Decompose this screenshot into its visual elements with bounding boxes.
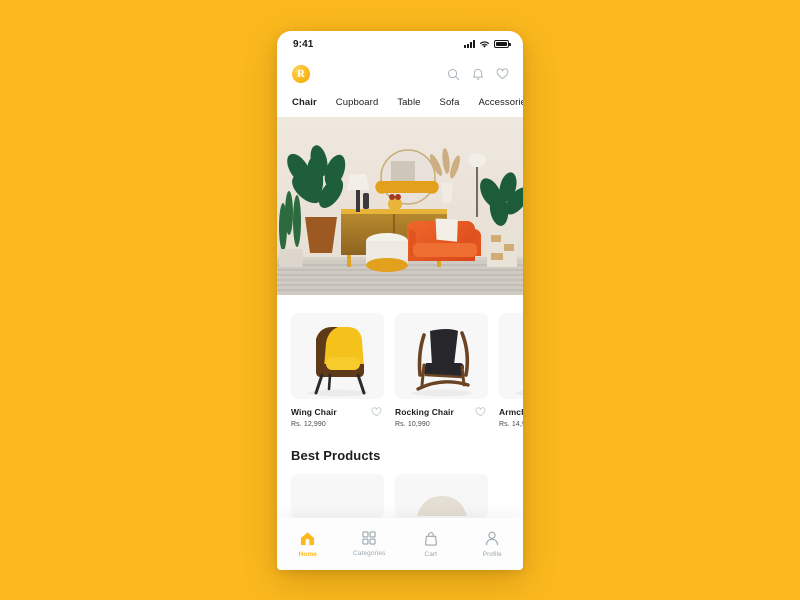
product-title: Rocking Chair — [395, 407, 454, 417]
tab-accessories[interactable]: Accessories — [479, 97, 524, 108]
status-bar: 9:41 — [277, 31, 523, 57]
product-price: Rs. 10,990 — [395, 421, 430, 428]
product-image-wing-chair — [291, 313, 384, 399]
signal-bars-icon — [464, 40, 475, 48]
product-card[interactable]: Armchair Rs. 14,990 — [499, 313, 523, 428]
app-bar-actions — [447, 68, 509, 81]
app-logo[interactable]: R — [292, 65, 310, 83]
bottom-navigation: Home Categories Cart Profile — [277, 518, 523, 570]
nav-item-profile[interactable]: Profile — [468, 531, 516, 558]
heart-icon[interactable] — [475, 407, 486, 417]
product-card[interactable]: Rocking Chair Rs. 10,990 — [395, 313, 488, 428]
home-icon — [301, 531, 315, 545]
nav-label: Cart — [424, 550, 438, 558]
nav-item-categories[interactable]: Categories — [345, 531, 393, 557]
product-price: Rs. 12,990 — [291, 421, 326, 428]
product-image-rocking-chair — [395, 313, 488, 399]
product-title-row: Wing Chair — [291, 407, 384, 417]
wifi-icon — [480, 40, 489, 48]
product-row: Wing Chair Rs. 12,990 Rocking Chair Rs. … — [291, 313, 523, 428]
nav-label: Categories — [353, 550, 386, 557]
grid-icon — [362, 531, 376, 545]
battery-icon — [494, 40, 511, 48]
bag-icon — [424, 531, 437, 546]
product-price: Rs. 14,990 — [499, 421, 523, 428]
bell-icon[interactable] — [472, 68, 484, 81]
product-title-row: Rocking Chair — [395, 407, 488, 417]
hero-banner[interactable] — [277, 117, 523, 295]
best-products-heading: Best Products — [291, 448, 381, 463]
product-card[interactable]: Wing Chair Rs. 12,990 — [291, 313, 384, 428]
nav-label: Profile — [482, 550, 502, 558]
product-image-armchair — [499, 313, 523, 399]
product-title-row: Armchair — [499, 407, 523, 417]
product-title: Armchair — [499, 407, 523, 417]
tab-sofa[interactable]: Sofa — [440, 97, 460, 108]
phone-mockup: 9:41 R Chair Cupboard Table Sofa Accesso… — [277, 31, 523, 570]
status-time: 9:41 — [293, 38, 314, 50]
app-bar: R — [277, 57, 523, 91]
tab-table[interactable]: Table — [397, 97, 420, 108]
user-icon — [486, 531, 499, 545]
nav-label: Home — [298, 550, 317, 558]
nav-item-cart[interactable]: Cart — [407, 531, 455, 558]
product-carousel: Wing Chair Rs. 12,990 Rocking Chair Rs. … — [277, 295, 523, 428]
best-product-card[interactable] — [395, 474, 488, 518]
category-tabs: Chair Cupboard Table Sofa Accessories — [277, 91, 523, 117]
status-indicators — [464, 40, 511, 49]
hero-image — [277, 117, 523, 295]
tab-cupboard[interactable]: Cupboard — [336, 97, 379, 108]
best-products-row — [277, 463, 523, 518]
best-product-image — [416, 496, 467, 516]
search-icon[interactable] — [447, 68, 460, 81]
best-product-card[interactable] — [291, 474, 384, 518]
heart-icon[interactable] — [496, 68, 509, 80]
heart-icon[interactable] — [371, 407, 382, 417]
product-title: Wing Chair — [291, 407, 337, 417]
nav-item-home[interactable]: Home — [284, 531, 332, 558]
tab-chair[interactable]: Chair — [292, 97, 317, 108]
